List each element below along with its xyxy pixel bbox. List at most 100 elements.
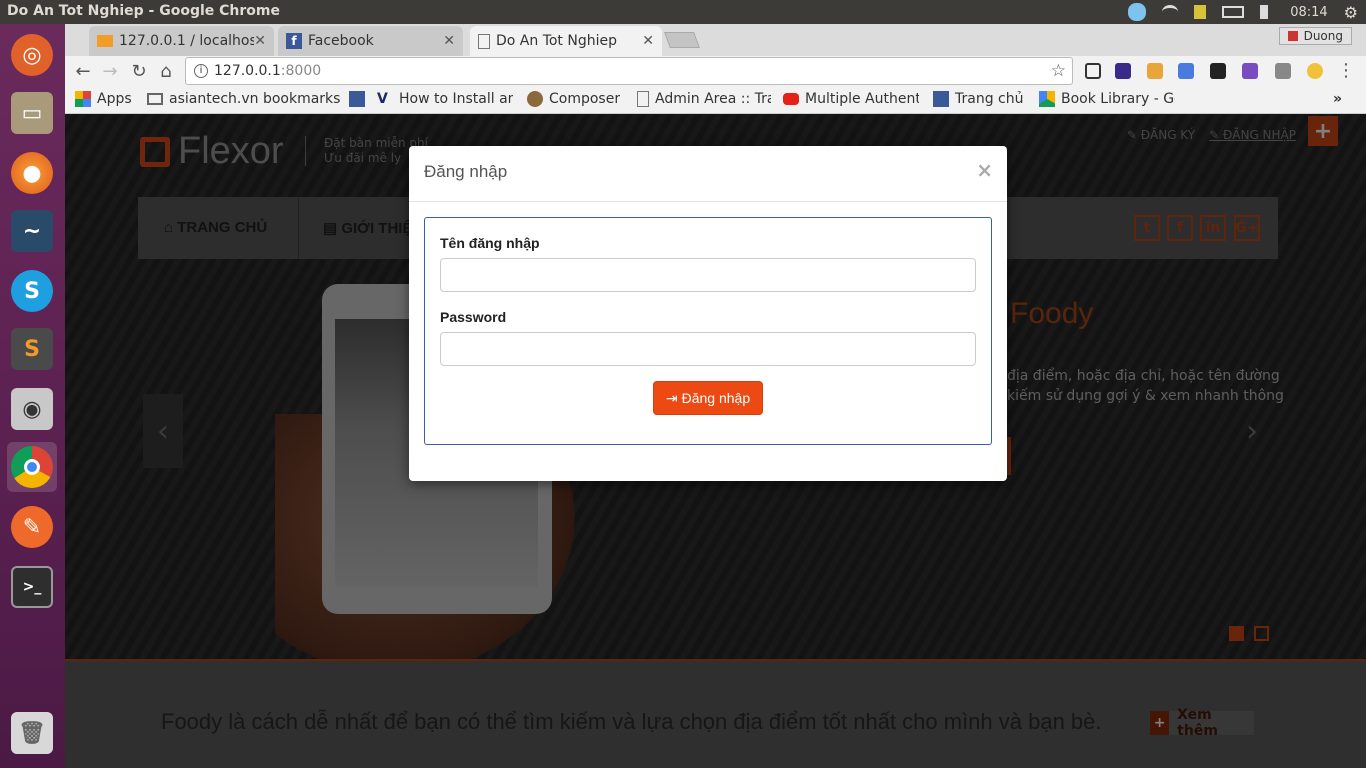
launcher-trash[interactable]: 🗑	[7, 708, 57, 758]
ubuntu-logo-icon: ◎	[11, 34, 53, 76]
back-button[interactable]: ←	[72, 60, 94, 82]
sign-in-icon: ⇥	[665, 389, 678, 406]
tab-label: 127.0.0.1 / localhost	[119, 33, 263, 49]
volume-icon[interactable]	[1260, 5, 1274, 19]
launcher-chrome[interactable]	[7, 442, 57, 492]
color-picker-icon[interactable]	[1242, 63, 1258, 79]
more-bookmarks-button[interactable]: »	[1333, 91, 1342, 107]
apps-grid-icon	[75, 91, 91, 107]
ubuntu-top-panel: Do An Tot Nghiep - Google Chrome 08:14 ⚙	[0, 0, 1366, 24]
qr-code-extension-icon[interactable]	[1085, 63, 1101, 79]
page-icon	[478, 33, 490, 49]
bookmark-admin-area[interactable]: Admin Area :: Tra	[637, 91, 771, 107]
extension-icon[interactable]	[1147, 63, 1163, 79]
screenshot-camera-icon[interactable]	[1275, 63, 1291, 79]
battery-icon[interactable]	[1222, 6, 1245, 18]
folder-icon	[147, 93, 163, 105]
close-tab-icon[interactable]: ✕	[254, 33, 266, 49]
bookmark-composer[interactable]: Composer	[527, 91, 620, 107]
bookmark-how-to-install[interactable]: V How to Install an	[377, 91, 513, 107]
launcher-firefox[interactable]: ●	[7, 148, 57, 198]
tab-strip: 127.0.0.1 / localhost ✕ f Facebook ✕ Do …	[65, 24, 1366, 56]
files-icon: ▭	[11, 92, 53, 134]
modal-title: Đăng nhập	[409, 146, 1007, 202]
launcher-files[interactable]: ▭	[7, 88, 57, 138]
close-icon[interactable]: ×	[976, 158, 993, 182]
skype-icon: S	[11, 270, 53, 312]
forward-button[interactable]: →	[99, 60, 121, 82]
page-icon	[637, 91, 649, 107]
youtube-icon	[783, 93, 799, 105]
profile-name: Duong	[1303, 29, 1343, 43]
login-form: Tên đăng nhập Password ⇥ Đăng nhập	[424, 217, 992, 445]
login-modal: Đăng nhập × Tên đăng nhập Password ⇥ Đăn…	[409, 146, 1007, 481]
camera-icon: ◉	[11, 388, 53, 430]
password-label: Password	[440, 309, 507, 325]
tab-facebook[interactable]: f Facebook ✕	[278, 26, 463, 56]
bookmark-trang-chu[interactable]: Trang chủ	[933, 91, 1023, 107]
launcher-postman[interactable]: ✎	[7, 502, 57, 552]
facebook-icon	[933, 91, 949, 107]
trash-icon: 🗑	[11, 712, 53, 754]
cookie-icon[interactable]	[1307, 63, 1323, 79]
new-tab-button[interactable]	[664, 32, 700, 48]
system-tray: 08:14 ⚙	[1128, 0, 1366, 24]
unity-launcher: ◎ ▭ ● ~ S S ◉ ✎ >_ 🗑	[0, 24, 65, 768]
bookmark-multiple-auth[interactable]: Multiple Authent	[783, 91, 919, 107]
mysql-workbench-icon: ~	[11, 210, 53, 252]
bookmark-facebook[interactable]	[349, 91, 365, 107]
login-submit-button[interactable]: ⇥ Đăng nhập	[653, 381, 763, 415]
info-icon[interactable]: i	[194, 64, 208, 78]
tab-phpmyadmin[interactable]: 127.0.0.1 / localhost ✕	[89, 26, 274, 56]
bookmark-star-icon[interactable]: ☆	[1051, 61, 1066, 81]
launcher-mysql-workbench[interactable]: ~	[7, 206, 57, 256]
skype-tray-icon[interactable]	[1128, 3, 1147, 21]
window-title: Do An Tot Nghiep - Google Chrome	[7, 3, 281, 19]
phpmyadmin-icon	[97, 35, 113, 47]
sublime-text-icon: S	[11, 328, 53, 370]
url-host: 127.0.0.1	[214, 63, 281, 79]
home-button[interactable]: ⌂	[155, 60, 177, 82]
address-bar[interactable]: i 127.0.0.1:8000 ☆	[185, 57, 1073, 85]
url-port: :8000	[280, 63, 322, 79]
vimeo-icon: V	[377, 91, 388, 107]
facebook-icon	[349, 91, 365, 107]
chrome-icon	[11, 446, 53, 488]
launcher-skype[interactable]: S	[7, 266, 57, 316]
launcher-sublime-text[interactable]: S	[7, 324, 57, 374]
drive-icon	[1039, 91, 1055, 107]
clock[interactable]: 08:14	[1290, 5, 1327, 20]
facebook-icon: f	[286, 33, 302, 49]
postman-icon: ✎	[11, 506, 53, 548]
close-tab-icon[interactable]: ✕	[642, 33, 654, 49]
web-page: Flexor Đặt bàn miễn phí Ưu đãi mê ly ✎ Đ…	[65, 114, 1366, 768]
menu-icon[interactable]: ⋮	[1337, 60, 1355, 81]
wifi-icon[interactable]	[1162, 5, 1179, 19]
tab-do-an-tot-nghiep[interactable]: Do An Tot Nghiep ✕	[470, 26, 662, 56]
launcher-camera[interactable]: ◉	[7, 384, 57, 434]
navigation-bar: ← → ↻ ⌂ i 127.0.0.1:8000 ☆ ⋮	[65, 56, 1366, 86]
close-tab-icon[interactable]: ✕	[443, 33, 455, 49]
reload-button[interactable]: ↻	[128, 60, 150, 82]
tab-label: Do An Tot Nghiep	[496, 33, 617, 49]
extension-icon[interactable]	[1210, 63, 1226, 79]
launcher-terminal[interactable]: >_	[7, 562, 57, 612]
username-input[interactable]	[440, 258, 976, 292]
password-input[interactable]	[440, 332, 976, 366]
chrome-window: 127.0.0.1 / localhost ✕ f Facebook ✕ Do …	[65, 24, 1366, 768]
google-translate-icon[interactable]	[1178, 63, 1194, 79]
extension-icon[interactable]	[1115, 63, 1131, 79]
launcher-ubuntu-dash[interactable]: ◎	[7, 30, 57, 80]
bookmark-folder[interactable]: asiantech.vn bookmarks	[147, 91, 340, 107]
profile-button[interactable]: Duong	[1278, 27, 1352, 45]
composer-icon	[527, 91, 543, 107]
tab-label: Facebook	[308, 33, 374, 49]
terminal-icon: >_	[11, 566, 53, 608]
network-tray-icon[interactable]	[1194, 5, 1207, 19]
bookmark-apps[interactable]: Apps	[75, 91, 132, 107]
username-label: Tên đăng nhập	[440, 235, 540, 251]
bookmark-book-library[interactable]: Book Library - Go	[1039, 91, 1175, 107]
profile-icon	[1287, 31, 1298, 41]
bookmarks-bar: Apps asiantech.vn bookmarks V How to Inst…	[65, 86, 1366, 114]
gear-icon[interactable]: ⚙	[1344, 3, 1358, 22]
